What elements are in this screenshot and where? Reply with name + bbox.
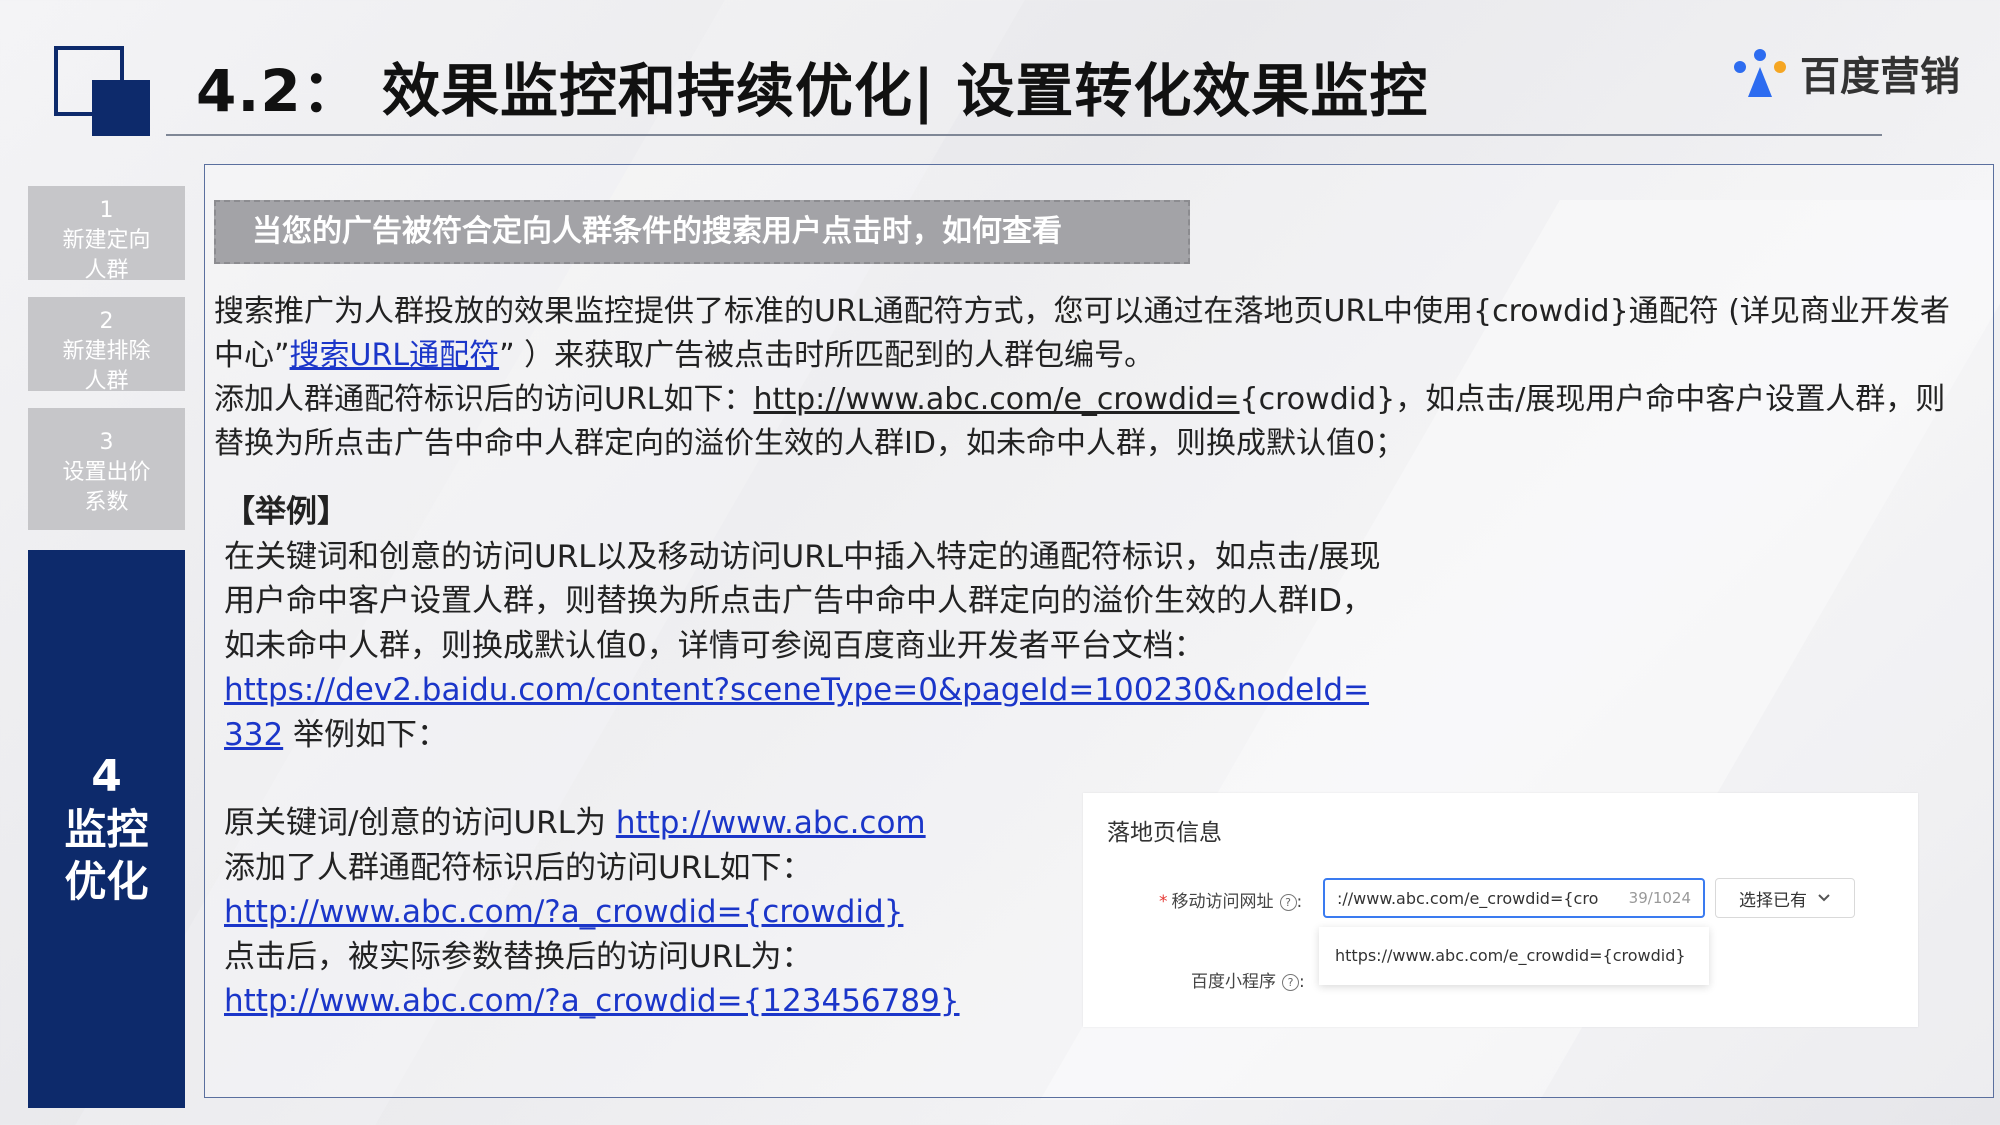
sidebar-item-number: 3 — [99, 430, 114, 455]
brand-logo-icon — [1734, 49, 1786, 97]
title-decoration-fill — [92, 80, 150, 136]
url-suggestion-item[interactable]: https://www.abc.com/e_crowdid={crowdid} — [1319, 927, 1709, 985]
sidebar-item-label: 优化 — [64, 857, 149, 906]
brand-name: 百度营销 — [1800, 54, 1960, 100]
sidebar-item-label: 人群 — [84, 258, 129, 283]
panel-title: 落地页信息 — [1107, 820, 1222, 846]
mobile-url-label: * 移动访问网址?: — [1159, 892, 1303, 912]
intro-text: ” ）来获取广告被点击时所匹配到的人群包编号。 — [499, 338, 1155, 373]
sidebar-item-number: 2 — [99, 309, 114, 334]
mobile-url-value: ://www.abc.com/e_crowdid={cro — [1337, 888, 1599, 908]
sidebar-item-monitor-optimize[interactable]: 4 监控 优化 — [28, 550, 185, 1108]
brand-logo: 百度营销 — [1730, 44, 1960, 102]
select-existing-button[interactable]: 选择已有 — [1715, 878, 1855, 918]
field-label-text: 移动访问网址 — [1171, 892, 1274, 912]
sidebar-item-new-exclude-crowd[interactable]: 2 新建排除 人群 — [28, 297, 185, 394]
search-url-wildcard-link[interactable]: 搜索URL通配符 — [290, 338, 500, 373]
doc-link-line: https://dev2.baidu.com/content?sceneType… — [224, 668, 1384, 757]
example-url-link[interactable]: http://www.abc.com/e_crowdid= — [754, 382, 1240, 417]
sidebar-item-number: 1 — [99, 198, 114, 223]
sidebar-item-number: 4 — [91, 751, 122, 802]
sidebar-item-bid-coefficient[interactable]: 3 设置出价 系数 — [28, 408, 185, 530]
sidebar-item-label: 人群 — [84, 369, 129, 394]
sidebar-item-label: 新建排除 — [62, 339, 151, 364]
intro-paragraph: 搜索推广为人群投放的效果监控提供了标准的URL通配符方式，您可以通过在落地页UR… — [214, 290, 1974, 378]
char-count: 39/1024 — [1628, 889, 1691, 907]
title-divider — [166, 134, 1882, 136]
added-url-link[interactable]: http://www.abc.com/?a_crowdid={crowdid} — [224, 894, 903, 930]
required-mark: * — [1159, 892, 1168, 912]
example-heading: 【举例】 — [224, 494, 348, 530]
original-url-link[interactable]: http://www.abc.com — [616, 805, 926, 841]
sidebar-item-label: 监控 — [64, 805, 149, 854]
page-title: 4.2： 效果监控和持续优化| 设置转化效果监控 — [196, 57, 1429, 125]
mobile-url-input[interactable]: ://www.abc.com/e_crowdid={cro 39/1024 — [1323, 878, 1705, 918]
landing-page-info-panel: 落地页信息 * 移动访问网址?: ://www.abc.com/e_crowdid… — [1083, 793, 1918, 1027]
mini-program-label: 百度小程序?: — [1191, 972, 1305, 992]
example-text: 原关键词/创意的访问URL为 — [224, 805, 616, 841]
sidebar-item-new-target-crowd[interactable]: 1 新建定向 人群 — [28, 186, 185, 283]
clicked-url-link[interactable]: http://www.abc.com/?a_crowdid={123456789… — [224, 983, 960, 1019]
url-paragraph: 添加人群通配符标识后的访问URL如下：http://www.abc.com/e_… — [214, 378, 1974, 466]
chevron-down-icon — [1818, 894, 1830, 902]
section-banner: 当您的广告被符合定向人群条件的搜索用户点击时，如何查看 — [214, 200, 1190, 264]
sidebar-item-label: 设置出价 — [62, 460, 151, 485]
help-circle-icon[interactable]: ? — [1282, 973, 1299, 991]
sidebar-item-label: 新建定向 — [62, 228, 151, 253]
select-existing-label: 选择已有 — [1739, 890, 1807, 911]
example-body: 在关键词和创意的访问URL以及移动访问URL中插入特定的通配符标识，如点击/展现… — [224, 538, 1381, 664]
url-text: 添加人群通配符标识后的访问URL如下： — [214, 382, 754, 417]
sidebar-item-label: 系数 — [84, 490, 129, 515]
help-circle-icon[interactable]: ? — [1279, 893, 1297, 911]
example-text: 举例如下： — [283, 716, 449, 753]
field-label-text: 百度小程序 — [1191, 972, 1276, 992]
